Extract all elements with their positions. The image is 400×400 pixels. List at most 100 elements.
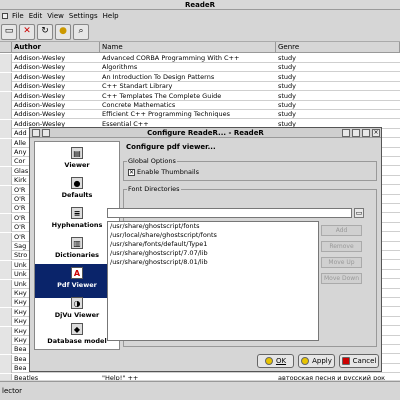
row-header[interactable] — [0, 213, 12, 223]
app-menu-icon[interactable] — [2, 13, 8, 19]
table-row[interactable]: Addison-Wesley Advanced CORBA Programming… — [0, 54, 400, 63]
row-header[interactable] — [0, 242, 12, 251]
close-icon[interactable]: × — [372, 129, 380, 137]
menu-help[interactable]: Help — [103, 12, 119, 20]
row-header[interactable] — [0, 345, 12, 355]
row-header[interactable] — [0, 336, 12, 345]
menu-view[interactable]: View — [47, 12, 64, 20]
column-author[interactable]: Author — [12, 42, 100, 53]
row-header[interactable] — [0, 110, 12, 120]
remove-button[interactable]: Remove — [321, 241, 362, 252]
list-item[interactable]: /usr/share/fonts/default/Type1 — [108, 240, 318, 249]
help-icon[interactable] — [342, 129, 350, 137]
row-header[interactable] — [0, 63, 12, 73]
row-header[interactable] — [0, 82, 12, 92]
minimize-icon[interactable] — [352, 129, 360, 137]
apply-button[interactable]: Apply — [298, 354, 335, 368]
row-header[interactable] — [0, 185, 12, 195]
list-item[interactable]: /usr/share/ghostscript/fonts — [108, 222, 318, 231]
dialog-menu-icon[interactable] — [32, 129, 40, 137]
font-directory-list[interactable]: /usr/share/ghostscript/fonts /usr/local/… — [107, 221, 319, 341]
cancel-button[interactable]: Cancel — [339, 354, 379, 368]
row-header[interactable] — [0, 91, 12, 101]
row-header[interactable] — [0, 373, 12, 380]
row-header[interactable] — [0, 204, 12, 214]
row-header[interactable] — [0, 138, 12, 148]
row-header[interactable] — [0, 326, 12, 336]
table-row[interactable]: Addison-Wesley Algorithms study — [0, 63, 400, 73]
row-header[interactable] — [0, 307, 12, 317]
table-row[interactable]: Addison-Wesley C++ Templates The Complete… — [0, 91, 400, 101]
enable-thumbnails-row[interactable]: ✕ Enable Thumbnails — [128, 168, 199, 176]
cell-name: Algorithms — [102, 63, 138, 72]
row-header[interactable] — [0, 317, 12, 327]
maximize-icon[interactable] — [362, 129, 370, 137]
row-header[interactable] — [0, 260, 12, 270]
table-row[interactable]: Addison-Wesley Concrete Mathematics study — [0, 101, 400, 110]
table-row[interactable]: Addison-Wesley C++ Standart Library study — [0, 82, 400, 92]
table-row[interactable]: Addison-Wesley Efficient C++ Programming … — [0, 110, 400, 120]
row-header[interactable] — [0, 270, 12, 280]
table-row[interactable]: Beatles "Help!" ++ авторская песня и русск… — [0, 373, 400, 380]
ok-button[interactable]: OK — [257, 354, 294, 368]
page-header: Configure pdf viewer... — [126, 143, 216, 151]
find-icon[interactable]: ⌕ — [73, 23, 89, 40]
row-header[interactable] — [0, 232, 12, 242]
toolbar: ▭ ✕ ↻ ● ⌕ — [0, 22, 400, 42]
column-genre[interactable]: Genre — [276, 42, 400, 53]
cell-genre: study — [278, 72, 297, 81]
row-header[interactable] — [0, 279, 12, 289]
cell-author: Addison-Wesley — [14, 63, 66, 72]
search-icon[interactable]: ● — [55, 23, 71, 40]
page-defaults[interactable]: ● Defaults — [35, 174, 119, 208]
menu-file[interactable]: File — [12, 12, 24, 20]
move-down-button[interactable]: Move Down — [321, 273, 362, 284]
page-viewer-label: Viewer — [64, 161, 90, 169]
row-header[interactable] — [0, 298, 12, 308]
enable-thumbnails-checkbox[interactable]: ✕ — [128, 168, 135, 176]
dialog-title: Configure ReadeR... - ReadeR — [30, 128, 381, 138]
page-viewer[interactable]: ▤ Viewer — [35, 144, 119, 178]
row-header[interactable] — [0, 119, 12, 129]
add-button[interactable]: Add — [321, 225, 362, 236]
cell-name: C++ Templates The Complete Guide — [102, 91, 222, 100]
row-header[interactable] — [0, 101, 12, 110]
row-header[interactable] — [0, 223, 12, 233]
refresh-icon[interactable]: ↻ — [37, 23, 53, 40]
row-header[interactable] — [0, 364, 12, 374]
column-name[interactable]: Name — [100, 42, 276, 53]
cell-genre: study — [278, 82, 297, 91]
row-header[interactable] — [0, 54, 12, 63]
font-directory-input[interactable] — [107, 208, 352, 218]
row-header[interactable] — [0, 129, 12, 139]
cell-name: C++ Standart Library — [102, 82, 173, 91]
row-header[interactable] — [0, 157, 12, 167]
page-defaults-label: Defaults — [61, 191, 93, 199]
table-row[interactable]: Addison-Wesley An Introduction To Design … — [0, 72, 400, 82]
global-options-group: Global Options ✕ Enable Thumbnails — [123, 157, 377, 181]
row-header[interactable] — [0, 148, 12, 157]
new-icon[interactable]: ▭ — [1, 23, 17, 40]
menu-edit[interactable]: Edit — [29, 12, 43, 20]
list-item[interactable]: /usr/share/ghostscript/7.07/lib — [108, 249, 318, 258]
row-header[interactable] — [0, 195, 12, 204]
enable-thumbnails-label: Enable Thumbnails — [137, 168, 199, 176]
move-up-button[interactable]: Move Up — [321, 257, 362, 268]
viewer-icon: ▤ — [71, 147, 83, 159]
font-directories-label: Font Directories — [127, 185, 181, 193]
menu-settings[interactable]: Settings — [69, 12, 98, 20]
row-header[interactable] — [0, 289, 12, 298]
database-icon: ◆ — [71, 323, 83, 335]
row-header[interactable] — [0, 72, 12, 82]
list-item[interactable]: /usr/share/ghostscript/8.01/lib — [108, 258, 318, 267]
list-item[interactable]: /usr/local/share/ghostscript/fonts — [108, 231, 318, 240]
row-header[interactable] — [0, 166, 12, 176]
cell-name: Concrete Mathematics — [102, 101, 176, 109]
delete-icon[interactable]: ✕ — [19, 23, 35, 40]
row-header[interactable] — [0, 354, 12, 364]
row-header[interactable] — [0, 176, 12, 186]
cancel-label: Cancel — [352, 357, 377, 365]
browse-folder-icon[interactable]: ▭ — [354, 208, 364, 218]
row-header[interactable] — [0, 251, 12, 261]
dialog-pin-icon[interactable] — [42, 129, 50, 137]
